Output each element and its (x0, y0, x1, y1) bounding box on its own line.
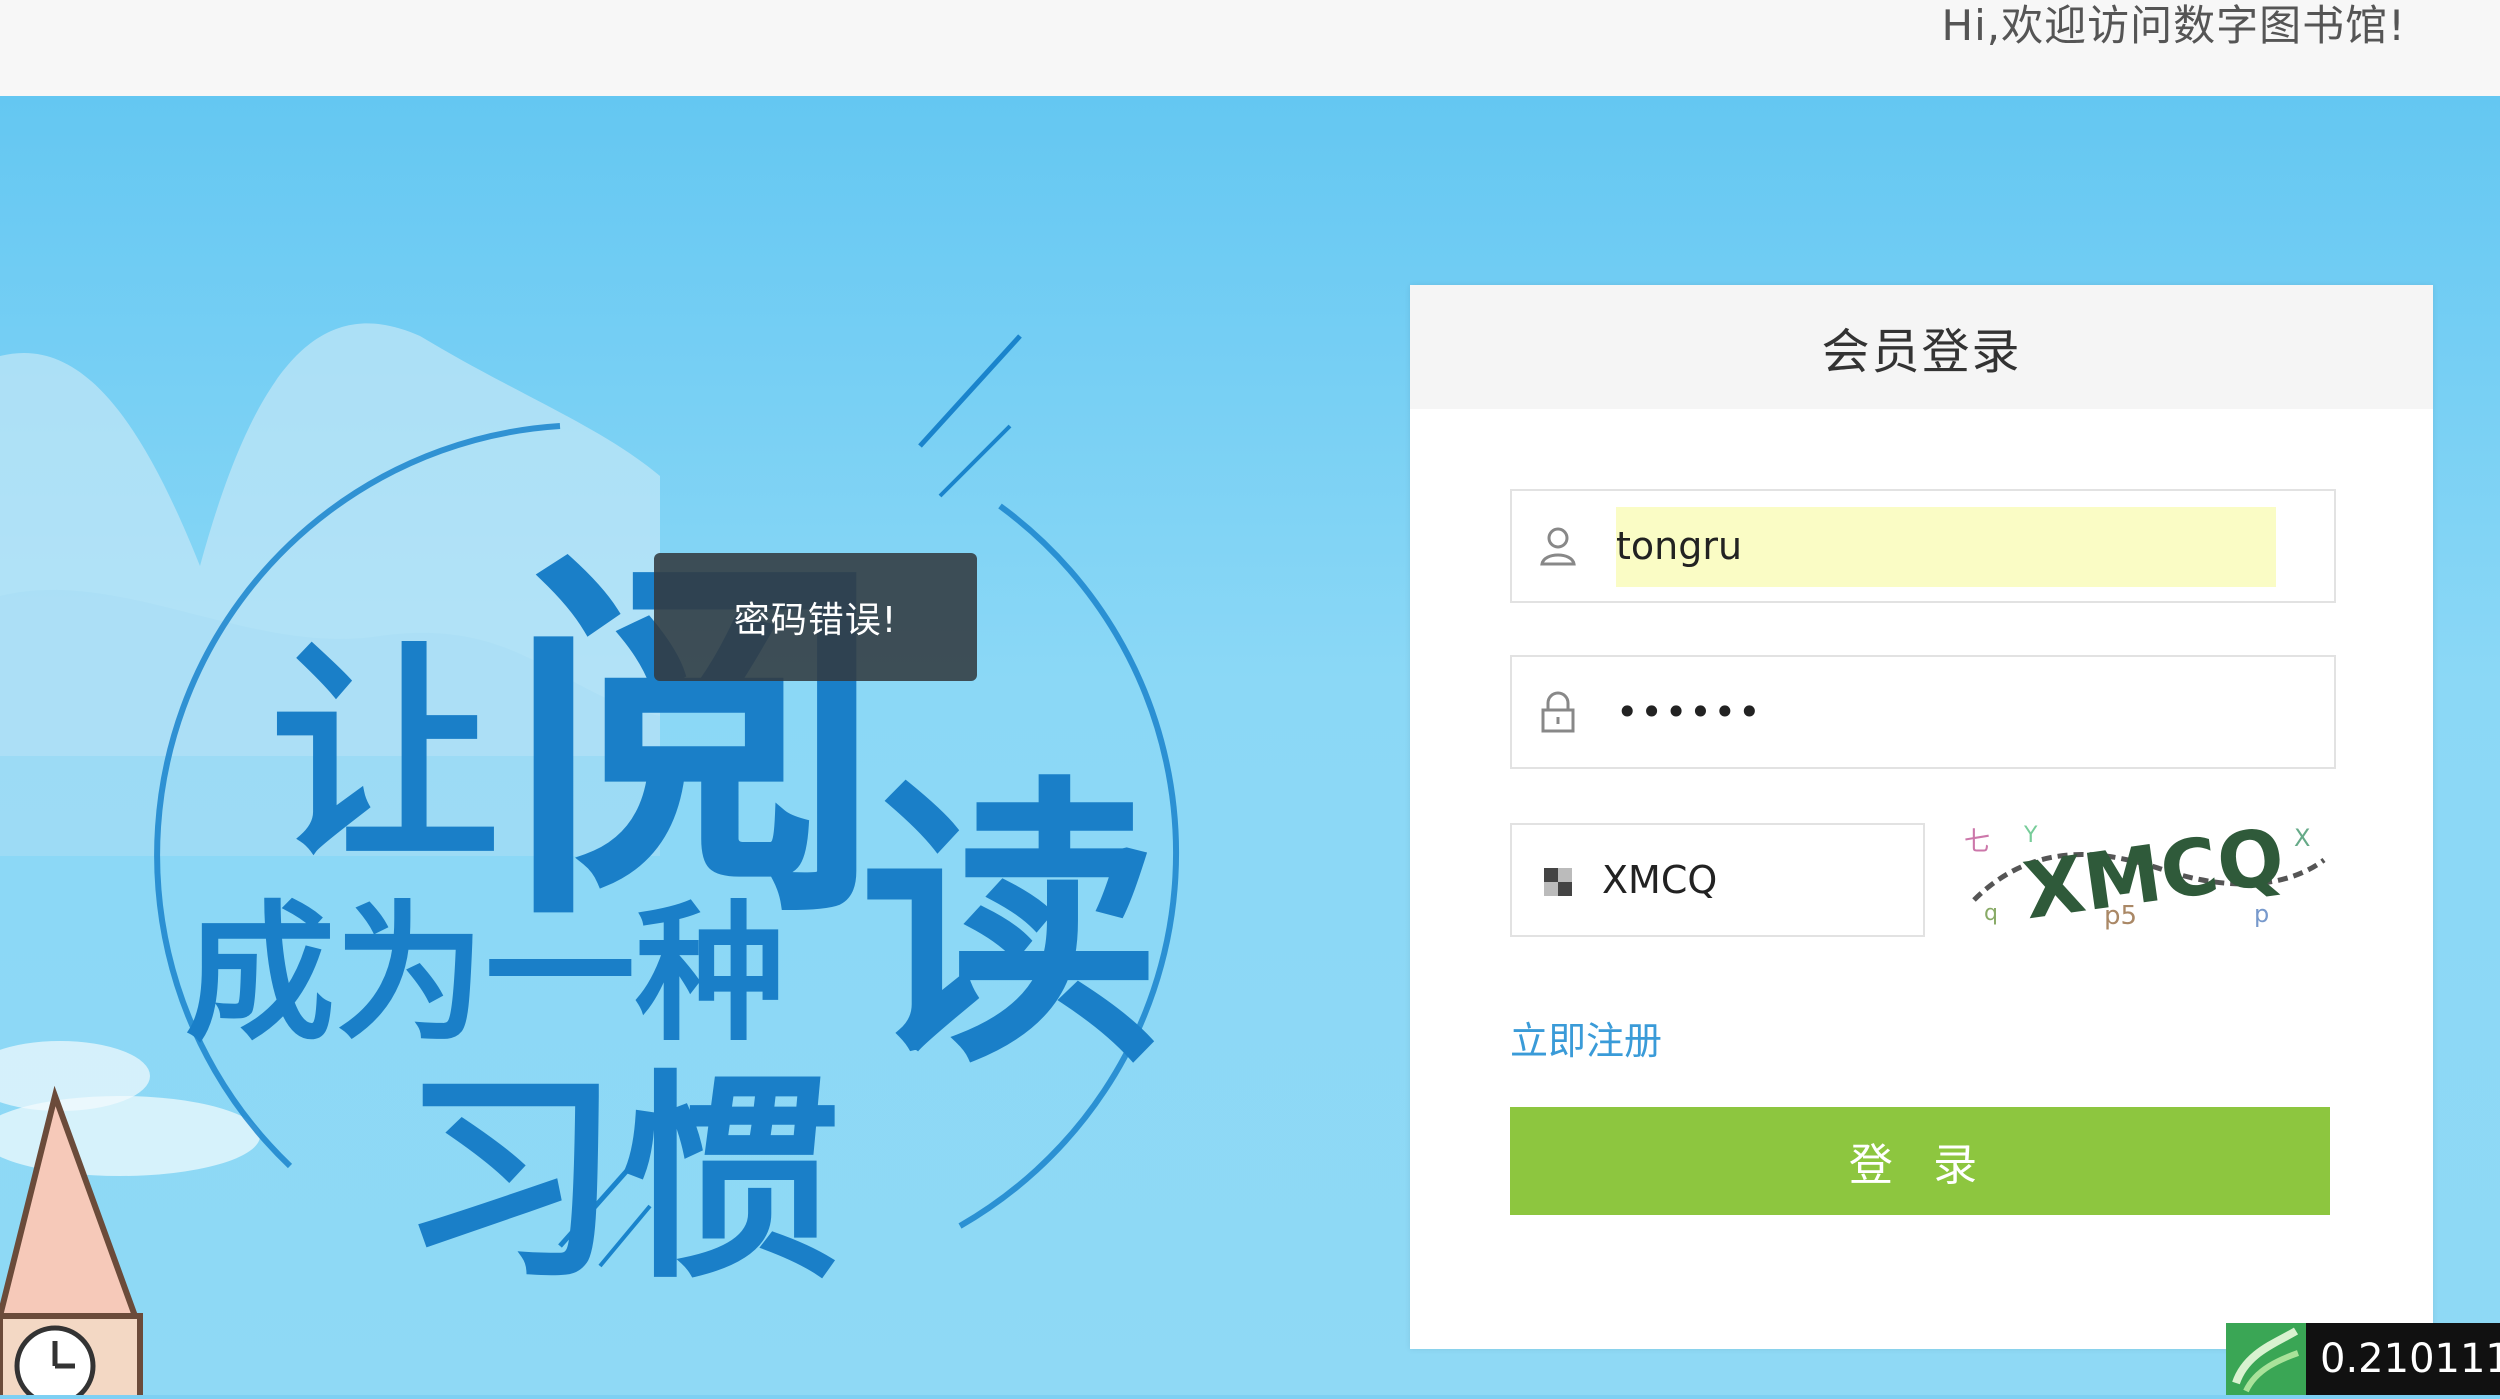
svg-text:七: 七 (1964, 827, 1990, 857)
captcha-image[interactable]: 七 Y X q p5 p XMCQ (1954, 820, 2336, 932)
user-icon (1538, 524, 1578, 568)
slogan-phrase: 成为一种 (185, 886, 785, 1062)
username-field[interactable]: tongru (1510, 489, 2336, 603)
login-title: 会员登录 (1410, 285, 2433, 409)
slogan-char-1: 让 (270, 621, 500, 891)
captcha-input[interactable]: XMCQ (1602, 858, 1717, 902)
slogan-char-3: 读 (860, 749, 1160, 1102)
password-field[interactable]: •••••• (1510, 655, 2336, 769)
load-timer: 0.210111s (2226, 1323, 2500, 1395)
timer-logo-icon (2226, 1323, 2306, 1395)
login-button[interactable]: 登 录 (1510, 1107, 2330, 1215)
username-input[interactable]: tongru (1616, 524, 1742, 568)
password-input[interactable]: •••••• (1616, 690, 1762, 734)
login-panel: 会员登录 tongru •••••• XMCQ 七 Y X q p5 p XMC… (1410, 285, 2433, 1349)
captcha-icon (1538, 858, 1578, 902)
captcha-field[interactable]: XMCQ (1510, 823, 1925, 937)
svg-text:q: q (1984, 901, 1998, 926)
svg-text:X: X (2294, 824, 2310, 852)
error-toast: 密码错误! (654, 553, 977, 681)
top-bar: Hi,欢迎访问数字图书馆! (0, 0, 2500, 96)
svg-text:Y: Y (2023, 823, 2038, 848)
lock-icon (1538, 690, 1578, 734)
timer-value: 0.210111s (2320, 1336, 2500, 1382)
welcome-text: Hi,欢迎访问数字图书馆! (1941, 1, 2406, 50)
slogan-phrase-2: 习惯 (400, 1049, 840, 1308)
register-link[interactable]: 立即注册 (1510, 1010, 1662, 1065)
